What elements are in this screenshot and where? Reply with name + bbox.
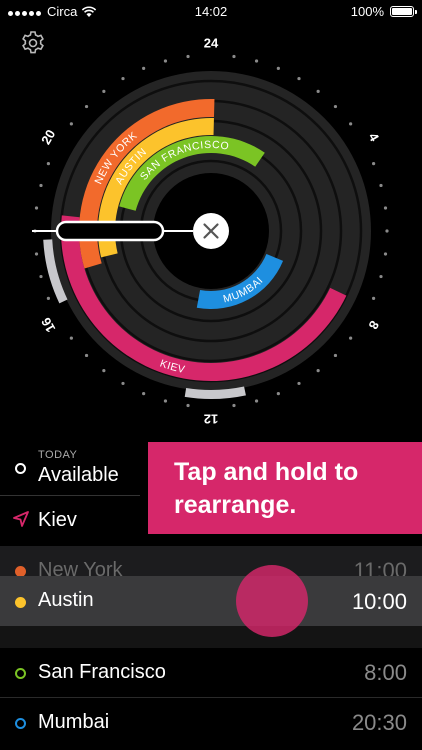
- hour-tick: [163, 59, 168, 63]
- hour-tick: [39, 274, 43, 279]
- city-name: San Francisco: [38, 661, 166, 683]
- tooltip-text: Tap and hold to rearrange.: [174, 458, 359, 519]
- hour-tick: [276, 66, 280, 70]
- current-location-row[interactable]: Kiev: [0, 495, 140, 546]
- hour-label: 4: [366, 130, 383, 144]
- hour-tick: [163, 399, 168, 403]
- hour-label: 24: [204, 36, 219, 51]
- hour-label: 20: [38, 127, 58, 147]
- hour-tick: [69, 336, 73, 340]
- hour-tick: [383, 206, 388, 210]
- hour-tick: [297, 381, 301, 386]
- hour-tick: [379, 183, 383, 188]
- list-item-new-york[interactable]: New York 11:00: [0, 546, 422, 576]
- city-time: 8:00: [364, 660, 407, 685]
- hour-tick: [121, 76, 125, 81]
- city-time: 11:00: [353, 558, 407, 576]
- hour-tick: [333, 104, 338, 109]
- hour-tick: [46, 162, 50, 166]
- status-bar: Circa 14:02 100%: [0, 0, 422, 24]
- hour-tick: [84, 104, 89, 109]
- list-item-san-francisco[interactable]: San Francisco 8:00: [0, 648, 422, 698]
- hour-tick: [385, 229, 389, 233]
- city-color-dot: [15, 718, 26, 729]
- city-name: Mumbai: [38, 711, 110, 733]
- hour-tick: [297, 76, 301, 81]
- hour-tick: [186, 403, 190, 408]
- close-button[interactable]: [193, 213, 229, 249]
- city-time: 20:30: [351, 710, 407, 735]
- city-name: New York: [38, 559, 123, 576]
- city-color-dot: [15, 566, 26, 576]
- current-location-label: Kiev: [38, 509, 77, 531]
- hour-tick: [316, 369, 320, 373]
- location-arrow-icon: [13, 511, 29, 527]
- hour-tick: [232, 403, 236, 408]
- drop-placeholder: [0, 626, 422, 648]
- city-time: 10:00: [351, 589, 407, 614]
- hour-tick: [333, 353, 338, 358]
- available-indicator: [15, 463, 26, 474]
- hour-label: 16: [38, 315, 58, 335]
- touch-indicator: [236, 565, 308, 637]
- hour-tick: [372, 162, 376, 166]
- time-dial[interactable]: KIEVNEW YORKAUSTINSAN FRANCISCOMUMBAI 24…: [0, 30, 422, 430]
- hour-tick: [372, 296, 376, 300]
- hour-tick: [34, 252, 39, 256]
- hour-tick: [254, 399, 259, 403]
- hour-tick: [316, 89, 320, 93]
- battery-icon: [390, 6, 417, 17]
- list-item-austin[interactable]: Austin 10:00: [0, 576, 422, 626]
- hour-tick: [276, 392, 280, 396]
- hour-tick: [102, 369, 106, 373]
- hour-tick: [142, 392, 146, 396]
- battery-percent: 100%: [350, 4, 384, 19]
- list-item-mumbai[interactable]: Mumbai 20:30: [0, 699, 422, 750]
- city-name: Austin: [38, 589, 94, 611]
- hour-tick: [121, 381, 125, 386]
- hour-tick: [102, 89, 106, 93]
- today-label: TODAY: [38, 449, 78, 461]
- hour-tick: [349, 336, 353, 340]
- hour-tick: [232, 54, 236, 59]
- hour-tick: [69, 122, 73, 126]
- available-label[interactable]: Available: [38, 464, 119, 487]
- hour-tick: [186, 54, 190, 59]
- hour-tick: [34, 206, 39, 210]
- rearrange-tooltip: Tap and hold to rearrange.: [148, 442, 422, 534]
- hour-tick: [39, 183, 43, 188]
- hour-tick: [379, 274, 383, 279]
- hour-tick: [383, 252, 388, 256]
- city-color-dot: [15, 668, 26, 679]
- hour-tick: [349, 122, 353, 126]
- city-color-dot: [15, 597, 26, 608]
- hour-tick: [142, 66, 146, 70]
- hour-label: 8: [366, 318, 383, 332]
- hour-tick: [46, 296, 50, 300]
- hour-tick: [254, 59, 259, 63]
- hour-label: 12: [204, 412, 218, 427]
- hour-tick: [84, 353, 89, 358]
